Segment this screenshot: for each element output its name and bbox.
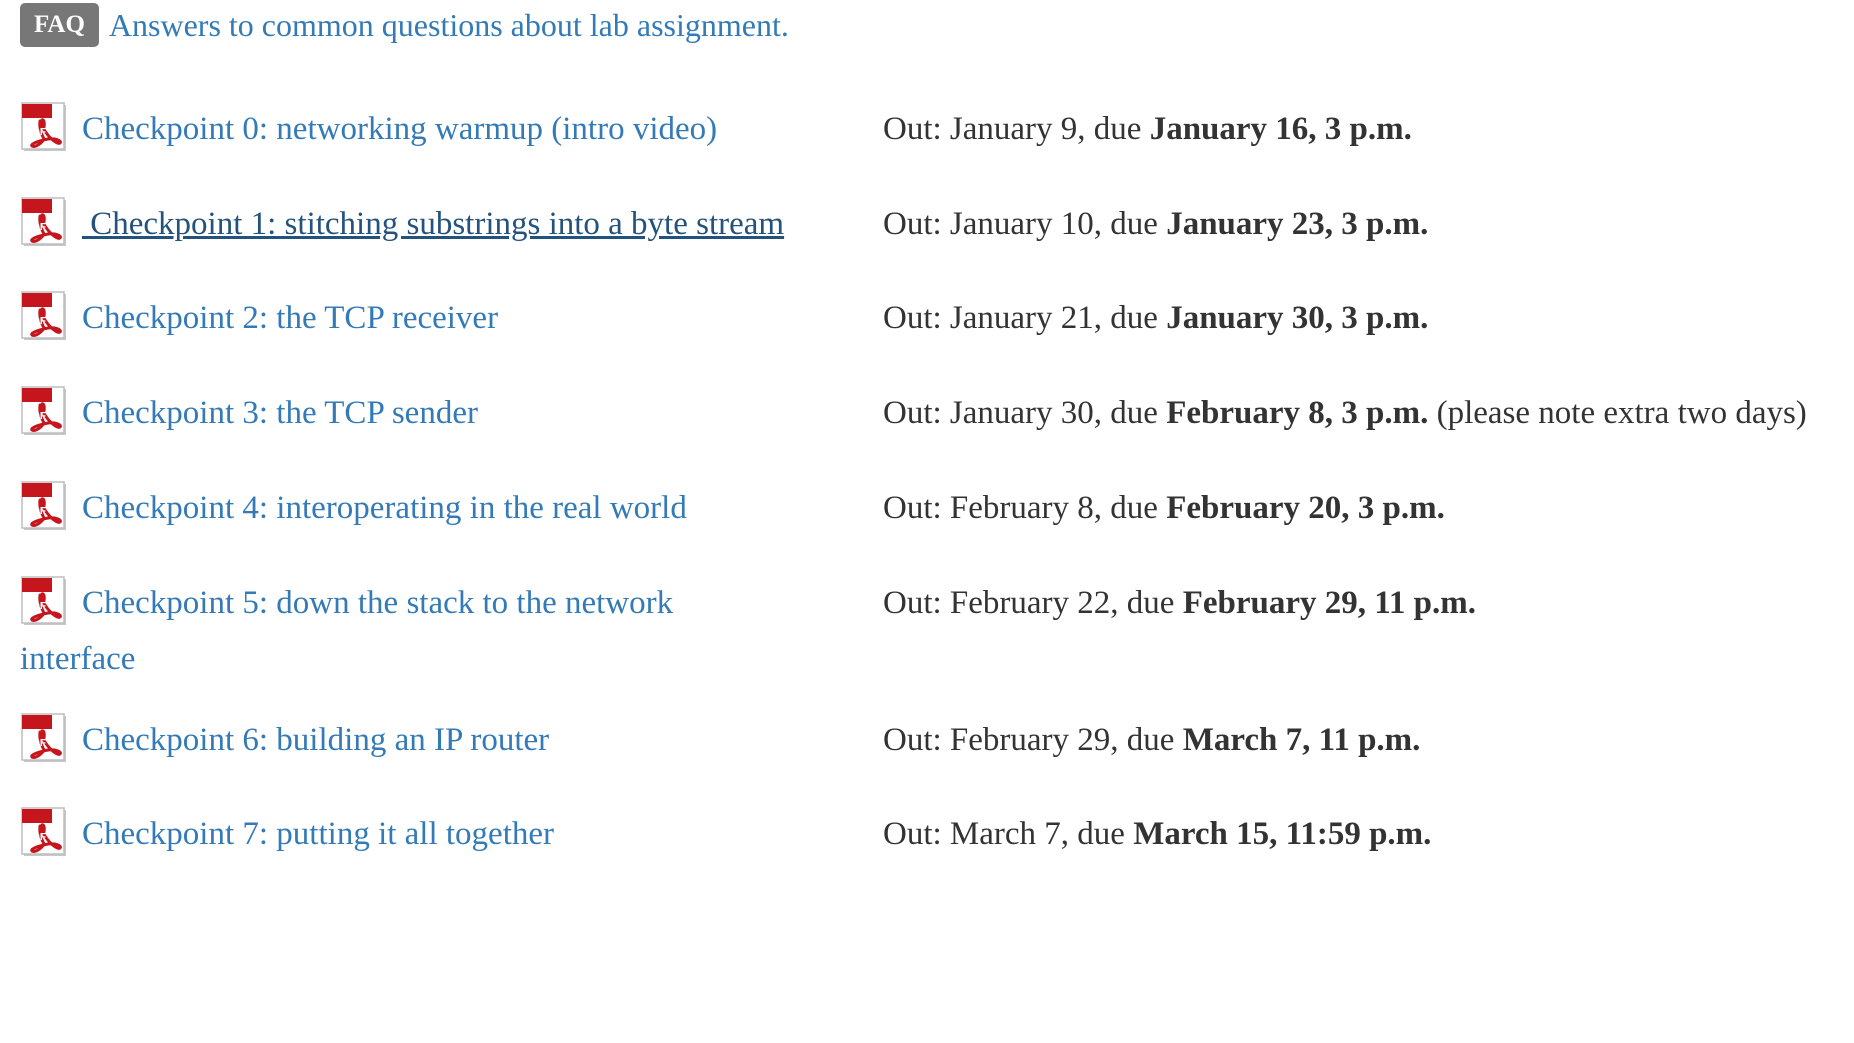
pdf-icon[interactable]: PDF xyxy=(20,806,72,858)
due-date: January 30, 3 p.m. xyxy=(1166,300,1429,336)
pdf-icon-label: PDF xyxy=(26,222,46,234)
out-text: Out: January 21, due xyxy=(883,300,1167,336)
out-text: Out: February 22, due xyxy=(883,585,1183,621)
checkpoint-row-3: PDF Checkpoint 3: the TCP sender Out: Ja… xyxy=(20,385,1840,445)
out-text: Out: March 7, due xyxy=(883,816,1134,852)
checkpoint-row-5: PDF Checkpoint 5: down the stack to the … xyxy=(20,575,1840,685)
out-text: Out: January 9, due xyxy=(883,111,1150,147)
pdf-icon-label: PDF xyxy=(26,411,46,423)
checkpoint-title-cell: PDF Checkpoint 3: the TCP sender xyxy=(20,385,870,441)
faq-badge: FAQ xyxy=(20,3,99,47)
due-date: January 23, 3 p.m. xyxy=(1166,206,1429,242)
pdf-icon-label: PDF xyxy=(26,127,46,139)
checkpoint-title-cell: PDF Checkpoint 6: building an IP router xyxy=(20,712,870,768)
out-text: Out: February 8, due xyxy=(883,490,1167,526)
checkpoint-dates-2: Out: January 21, due January 30, 3 p.m. xyxy=(883,290,1428,346)
faq-link[interactable]: Answers to common questions about lab as… xyxy=(109,3,789,47)
checkpoint-title-cell: PDF Checkpoint 5: down the stack to the … xyxy=(20,575,740,687)
pdf-icon-label: PDF xyxy=(26,506,46,518)
checkpoint-title-cell: PDF Checkpoint 4: interoperating in the … xyxy=(20,480,870,536)
pdf-icon[interactable]: PDF xyxy=(20,575,72,627)
due-note: (please note extra two days) xyxy=(1428,395,1807,431)
pdf-icon[interactable]: PDF xyxy=(20,101,72,153)
pdf-icon[interactable]: PDF xyxy=(20,712,72,764)
checkpoint-row-1: PDF Checkpoint 1: stitching substrings i… xyxy=(20,196,1840,256)
pdf-icon[interactable]: PDF xyxy=(20,196,72,248)
checkpoint-title-cell: PDF Checkpoint 2: the TCP receiver xyxy=(20,290,870,346)
pdf-icon[interactable]: PDF xyxy=(20,290,72,342)
pdf-icon-label: PDF xyxy=(26,601,46,613)
checkpoint-link-0[interactable]: Checkpoint 0: networking warmup xyxy=(82,111,543,147)
checkpoint-row-0: PDF Checkpoint 0: networking warmup (int… xyxy=(20,101,1840,161)
checkpoint-link-3[interactable]: Checkpoint 3: the TCP sender xyxy=(82,395,478,431)
due-date: February 29, 11 p.m. xyxy=(1182,585,1477,621)
checkpoint-title-cell: PDF Checkpoint 7: putting it all togethe… xyxy=(20,806,870,862)
due-date: March 7, 11 p.m. xyxy=(1182,722,1421,758)
faq-row: FAQ Answers to common questions about la… xyxy=(20,0,789,50)
checkpoint-link-1[interactable]: Checkpoint 1: stitching substrings into … xyxy=(82,206,784,242)
due-date: March 15, 11:59 p.m. xyxy=(1133,816,1432,852)
checkpoint-link-4[interactable]: Checkpoint 4: interoperating in the real… xyxy=(82,490,687,526)
checkpoint-dates-4: Out: February 8, due February 20, 3 p.m. xyxy=(883,480,1445,536)
checkpoint-dates-1: Out: January 10, due January 23, 3 p.m. xyxy=(883,196,1428,252)
checkpoint-dates-7: Out: March 7, due March 15, 11:59 p.m. xyxy=(883,806,1431,862)
checkpoint-dates-3: Out: January 30, due February 8, 3 p.m. … xyxy=(883,385,1807,441)
checkpoint-row-7: PDF Checkpoint 7: putting it all togethe… xyxy=(20,806,1840,866)
pdf-icon-label: PDF xyxy=(26,316,46,328)
pdf-icon-label: PDF xyxy=(26,738,46,750)
checkpoint-link-7[interactable]: Checkpoint 7: putting it all together xyxy=(82,816,554,852)
checkpoint-title-cell: PDF Checkpoint 1: stitching substrings i… xyxy=(20,196,870,252)
checkpoint-row-6: PDF Checkpoint 6: building an IP router … xyxy=(20,712,1840,772)
out-text: Out: January 10, due xyxy=(883,206,1167,242)
due-date: February 8, 3 p.m. xyxy=(1166,395,1429,431)
intro-video-link[interactable]: intro video xyxy=(562,111,706,147)
checkpoint-dates-0: Out: January 9, due January 16, 3 p.m. xyxy=(883,101,1412,157)
checkpoint-link-5[interactable]: Checkpoint 5: down the stack to the netw… xyxy=(20,585,673,677)
pdf-icon-label: PDF xyxy=(26,832,46,844)
checkpoint-link-6[interactable]: Checkpoint 6: building an IP router xyxy=(82,722,549,758)
checkpoint-title-cell: PDF Checkpoint 0: networking warmup (int… xyxy=(20,101,870,157)
checkpoint-dates-5: Out: February 22, due February 29, 11 p.… xyxy=(883,575,1476,631)
paren-open: ( xyxy=(543,111,563,147)
checkpoint-link-2[interactable]: Checkpoint 2: the TCP receiver xyxy=(82,300,498,336)
checkpoint-row-4: PDF Checkpoint 4: interoperating in the … xyxy=(20,480,1840,540)
checkpoint-dates-6: Out: February 29, due March 7, 11 p.m. xyxy=(883,712,1420,768)
pdf-icon[interactable]: PDF xyxy=(20,385,72,437)
pdf-icon[interactable]: PDF xyxy=(20,480,72,532)
out-text: Out: January 30, due xyxy=(883,395,1167,431)
paren-close: ) xyxy=(706,111,718,147)
due-date: February 20, 3 p.m. xyxy=(1166,490,1445,526)
checkpoint-row-2: PDF Checkpoint 2: the TCP receiver Out: … xyxy=(20,290,1840,350)
due-date: January 16, 3 p.m. xyxy=(1149,111,1412,147)
out-text: Out: February 29, due xyxy=(883,722,1183,758)
